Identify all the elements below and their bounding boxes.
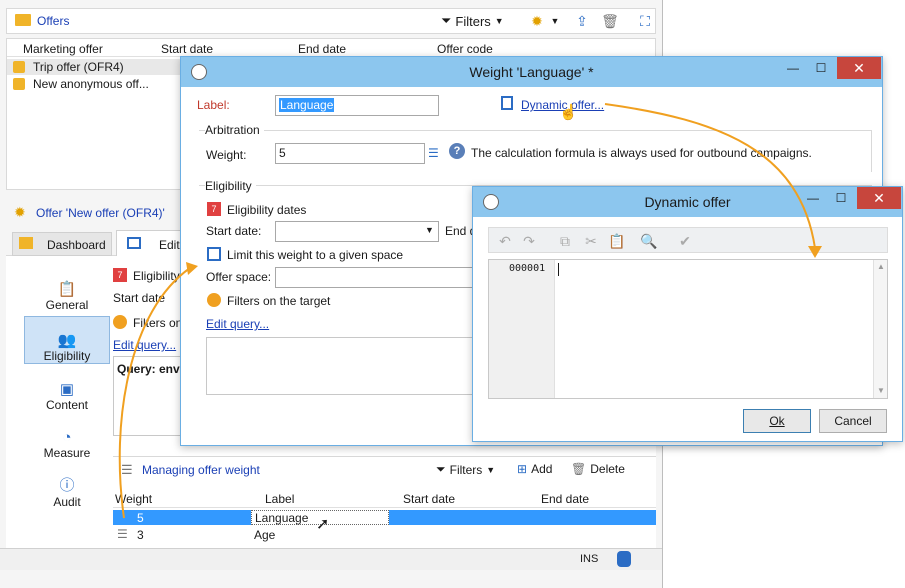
arrow-to-dynamic-offer (604, 103, 816, 249)
arrow-head-icon (808, 246, 822, 258)
annotation-arrows (118, 103, 822, 519)
hand-cursor-icon: ☝ (559, 104, 578, 121)
arrow-from-weight-row (118, 267, 191, 519)
arrow-head-icon (186, 262, 198, 275)
arrow-cursor-icon: ➚ (316, 516, 330, 533)
